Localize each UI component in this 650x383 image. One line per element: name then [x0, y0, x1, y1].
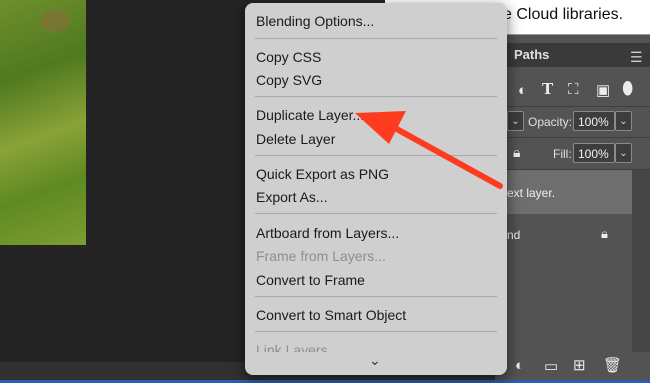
arrow-shaft: [381, 119, 503, 189]
annotation-arrow-icon: [355, 111, 503, 189]
